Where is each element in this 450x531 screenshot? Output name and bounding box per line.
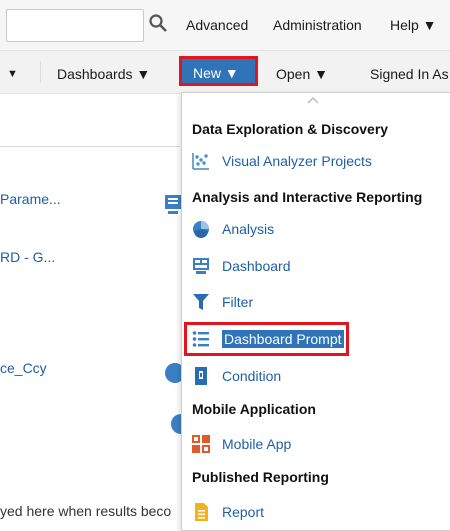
analysis-icon — [165, 363, 181, 383]
administration-link[interactable]: Administration — [273, 17, 362, 33]
nav-first-arrow[interactable]: ▼ — [7, 68, 18, 80]
dashboard-icon — [165, 195, 181, 214]
new-button-label: New ▼ — [193, 65, 239, 81]
menu-item-label: Filter — [222, 294, 254, 310]
menu-item-label: Report — [222, 504, 265, 520]
content-item-2[interactable]: RD - G... — [0, 249, 55, 265]
analysis-icon — [193, 221, 209, 238]
nav-divider — [40, 61, 41, 83]
signed-in-menu[interactable]: Signed In As — [370, 66, 449, 82]
dashboards-menu[interactable]: Dashboards ▼ — [57, 66, 150, 82]
open-menu[interactable]: Open ▼ — [276, 66, 328, 82]
search-icon[interactable] — [148, 13, 168, 33]
content-item-3[interactable]: ce_Ccy — [0, 360, 47, 376]
new-button[interactable]: New ▼ — [179, 56, 258, 86]
section-published-reporting: Published Reporting — [192, 469, 329, 485]
filter-icon — [193, 294, 209, 310]
new-dropdown-menu: Data Exploration & Discovery Visual Anal… — [181, 92, 450, 531]
dashboard-icon — [193, 258, 209, 274]
menu-item-label: Visual Analyzer Projects — [222, 153, 372, 169]
mobile-app-icon — [192, 435, 210, 453]
menu-item-label: Mobile App — [222, 436, 292, 452]
report-icon — [195, 503, 208, 521]
section-mobile-application: Mobile Application — [192, 401, 316, 417]
empty-results-text: yed here when results beco — [0, 503, 172, 519]
content-divider — [0, 146, 180, 147]
menu-item-label: Condition — [222, 368, 282, 384]
top-bar: Advanced Administration Help ▼ — [0, 0, 450, 51]
search-input[interactable] — [6, 9, 144, 42]
section-analysis-reporting: Analysis and Interactive Reporting — [192, 189, 423, 205]
chevron-up-icon[interactable] — [306, 95, 320, 105]
menu-item-label: Dashboard — [222, 258, 291, 274]
dashboard-prompt-highlight — [184, 322, 349, 356]
condition-icon — [195, 367, 207, 385]
analysis-icon — [171, 414, 181, 434]
section-data-exploration: Data Exploration & Discovery — [192, 121, 389, 137]
advanced-link[interactable]: Advanced — [186, 17, 248, 33]
content-item-1[interactable]: Parame... — [0, 191, 61, 207]
menu-item-label: Analysis — [222, 221, 275, 237]
visual-analyzer-icon — [192, 153, 209, 170]
help-menu[interactable]: Help ▼ — [390, 17, 437, 33]
